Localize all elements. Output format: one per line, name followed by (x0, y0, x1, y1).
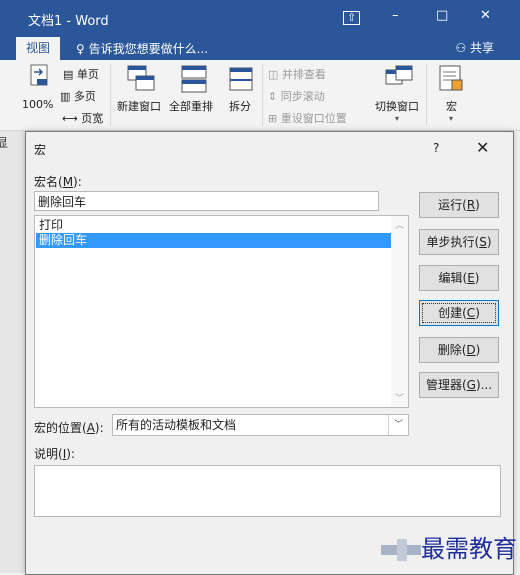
organizer-button[interactable]: 管理器(G)... (419, 372, 499, 398)
edit-button[interactable]: 编辑(E) (419, 265, 499, 291)
step-into-button[interactable]: 单步执行(S) (419, 229, 499, 255)
chevron-down-icon: ▾ (449, 114, 454, 123)
ribbon-display-options-icon[interactable]: ⇧ (343, 11, 361, 25)
new-window-icon (127, 65, 155, 91)
split-icon (229, 67, 253, 91)
scroll-up-icon[interactable]: ︿ (395, 218, 404, 231)
minimize-button[interactable]: – (392, 8, 399, 23)
zoom-100-icon (30, 64, 48, 86)
delete-button[interactable]: 删除(D) (419, 337, 499, 363)
list-scrollbar[interactable]: ︿ ﹀ (391, 216, 408, 407)
tell-me-text: 告诉我您想要做什么... (88, 42, 209, 56)
dialog-title: 宏 (34, 143, 47, 157)
description-field (34, 465, 501, 517)
multiple-pages-button[interactable]: ▥ 多页 (60, 88, 96, 104)
switch-windows-icon (385, 65, 413, 85)
scroll-down-icon[interactable]: ﹀ (395, 391, 404, 404)
document-text-fragment: 显 (0, 136, 9, 150)
reset-window-position-label: 重设窗口位置 (280, 112, 347, 125)
close-window-button[interactable]: ✕ (480, 8, 491, 23)
ribbon-view: 100% ▤ 单页 ▥ 多页 ⟷ 页宽 新建窗口 全部重排 拆分 ◫ 并排查看 … (0, 60, 520, 131)
new-window-button[interactable]: 新建窗口 (117, 98, 161, 114)
run-button[interactable]: 运行(R) (419, 192, 499, 218)
maximize-button[interactable]: □ (436, 8, 448, 23)
split-button[interactable]: 拆分 (229, 98, 251, 114)
macros-icon (439, 65, 463, 91)
page-width-button[interactable]: ⟷ 页宽 (62, 110, 103, 126)
person-icon: ⚇ (455, 41, 467, 55)
single-page-button[interactable]: ▤ 单页 (63, 66, 99, 82)
divider (262, 64, 263, 126)
macro-name-label: 宏名(M): (34, 175, 82, 189)
multiple-pages-label: 多页 (73, 90, 96, 103)
chevron-down-icon: ▾ (395, 114, 400, 123)
macros-button[interactable]: 宏 (446, 98, 457, 114)
watermark-text: 最需教育 (421, 535, 517, 563)
tab-view[interactable]: 视图 (16, 37, 60, 60)
synchronous-scrolling-label: 同步滚动 (280, 90, 325, 103)
reset-window-position-button[interactable]: ⊞ 重设窗口位置 (268, 110, 347, 126)
macro-location-value: 所有的活动模板和文档 (116, 418, 237, 432)
macro-location-label: 宏的位置(A): (34, 421, 104, 435)
document-area: 显 (0, 131, 26, 573)
title-bar: 文档1 - Word ⇧ – □ ✕ (0, 0, 520, 36)
tell-me-search[interactable]: ♀ 告诉我您想要做什么... (76, 40, 208, 57)
divider (426, 64, 427, 126)
macros-dialog: 宏 ? ✕ 宏名(M): 删除回车 打印 删除回车 ︿ ﹀ 运行(R) 单步执行… (25, 131, 517, 575)
close-dialog-button[interactable]: ✕ (476, 138, 489, 157)
macro-location-select[interactable]: 所有的活动模板和文档 ﹀ (112, 414, 409, 436)
zoom-100-button[interactable]: 100% (22, 98, 53, 111)
view-side-by-side-label: 并排查看 (281, 68, 326, 81)
ribbon-tab-bar: 视图 ♀ 告诉我您想要做什么... ⚇ 共享 (0, 36, 520, 60)
watermark-logo: 最需教育 (381, 527, 517, 567)
view-side-by-side-button[interactable]: ◫ 并排查看 (268, 66, 326, 82)
chevron-down-icon[interactable]: ﹀ (388, 415, 408, 435)
divider (110, 64, 111, 126)
arrange-all-button[interactable]: 全部重排 (169, 98, 213, 114)
page-width-label: 页宽 (81, 112, 104, 125)
create-button[interactable]: 创建(C) (419, 300, 499, 326)
synchronous-scrolling-button[interactable]: ⇕ 同步滚动 (268, 88, 325, 104)
share-button[interactable]: ⚇ 共享 (455, 39, 494, 56)
macro-name-input[interactable]: 删除回车 (34, 191, 379, 211)
help-button[interactable]: ? (433, 141, 439, 155)
list-item[interactable]: 打印 (36, 218, 391, 233)
arrange-all-icon (181, 65, 207, 93)
lightbulb-icon: ♀ (76, 42, 85, 56)
macro-list[interactable]: 打印 删除回车 ︿ ﹀ (34, 215, 409, 408)
switch-windows-button[interactable]: 切换窗口 (375, 98, 419, 114)
watermark-bars-icon (381, 539, 421, 561)
share-label: 共享 (469, 41, 494, 55)
window-title: 文档1 - Word (28, 14, 109, 29)
list-item-selected[interactable]: 删除回车 (36, 233, 391, 248)
description-label: 说明(I): (34, 447, 75, 461)
single-page-label: 单页 (76, 68, 99, 81)
